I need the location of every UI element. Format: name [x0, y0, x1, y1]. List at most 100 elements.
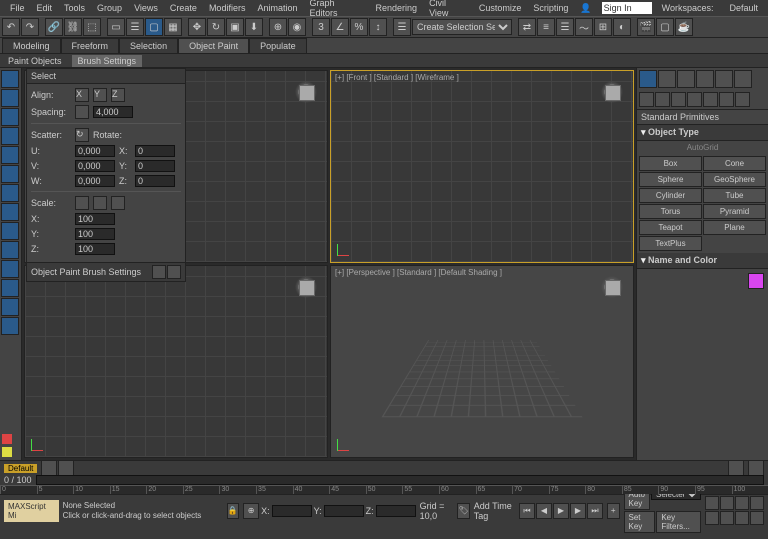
- scatter-v-input[interactable]: [75, 160, 115, 172]
- menu-create[interactable]: Create: [164, 3, 203, 13]
- maxscript-listener[interactable]: MAXScript Mi: [4, 500, 59, 522]
- prev-frame-button[interactable]: ◀: [536, 503, 552, 519]
- orbit-button[interactable]: [720, 511, 734, 525]
- window-crossing-button[interactable]: ▦: [164, 18, 182, 36]
- zoom-region-button[interactable]: [750, 496, 764, 510]
- maximize-viewport-button[interactable]: [750, 511, 764, 525]
- play-button[interactable]: ▶: [553, 503, 569, 519]
- viewcube-front[interactable]: [599, 79, 625, 105]
- menu-group[interactable]: Group: [91, 3, 128, 13]
- lt-btn-6[interactable]: [1, 165, 19, 183]
- rotate-z-input[interactable]: [135, 175, 175, 187]
- autogrid-checkbox[interactable]: AutoGrid: [637, 141, 768, 154]
- rotate-y-input[interactable]: [135, 160, 175, 172]
- lt-btn-5[interactable]: [1, 146, 19, 164]
- fov-button[interactable]: [735, 511, 749, 525]
- scale-z-input[interactable]: [75, 243, 115, 255]
- utilities-tab[interactable]: [734, 70, 752, 88]
- scatter-u-input[interactable]: [75, 145, 115, 157]
- menu-graph-editors[interactable]: Graph Editors: [303, 0, 369, 18]
- lock-selection-button[interactable]: 🔒: [227, 503, 240, 519]
- time-ruler[interactable]: 0510152025303540455055606570758085909510…: [0, 485, 768, 494]
- link-button[interactable]: 🔗: [45, 18, 63, 36]
- geosphere-button[interactable]: GeoSphere: [703, 172, 766, 187]
- add-time-tag-icon[interactable]: 🏷: [457, 503, 470, 519]
- sphere-button[interactable]: Sphere: [639, 172, 702, 187]
- unlink-button[interactable]: ⛓: [64, 18, 82, 36]
- create-tab[interactable]: [639, 70, 657, 88]
- viewport-front-label[interactable]: [+] [Front ] [Standard ] [Wireframe ]: [335, 73, 459, 82]
- redo-button[interactable]: ↷: [21, 18, 39, 36]
- helpers-icon[interactable]: [703, 92, 718, 107]
- rotate-icon[interactable]: ↻: [75, 128, 89, 142]
- spacing-mode-button[interactable]: [75, 105, 89, 119]
- menu-scripting[interactable]: Scripting: [527, 3, 574, 13]
- viewport-perspective[interactable]: [+] [Perspective ] [Standard ] [Default …: [330, 265, 634, 458]
- lt-btn-9[interactable]: [1, 222, 19, 240]
- y-coord-input[interactable]: [324, 505, 364, 517]
- ref-coord-button[interactable]: ⊕: [269, 18, 287, 36]
- menu-tools[interactable]: Tools: [58, 3, 91, 13]
- menu-views[interactable]: Views: [128, 3, 164, 13]
- lt-btn-11[interactable]: [1, 260, 19, 278]
- textplus-button[interactable]: TextPlus: [639, 236, 702, 251]
- setkey-button[interactable]: Set Key: [624, 511, 656, 533]
- snap-toggle-button[interactable]: 3: [312, 18, 330, 36]
- isolate-toggle[interactable]: [2, 434, 12, 444]
- scatter-w-input[interactable]: [75, 175, 115, 187]
- goto-end-button[interactable]: ⏭: [587, 503, 603, 519]
- display-tab[interactable]: [715, 70, 733, 88]
- lt-btn-14[interactable]: [1, 317, 19, 335]
- align-button[interactable]: ≡: [537, 18, 555, 36]
- named-sel-button[interactable]: ☰: [393, 18, 411, 36]
- tab-populate[interactable]: Populate: [249, 38, 307, 54]
- tab-freeform[interactable]: Freeform: [61, 38, 120, 54]
- pyramid-button[interactable]: Pyramid: [703, 204, 766, 219]
- scale-button[interactable]: ▣: [226, 18, 244, 36]
- tab-selection[interactable]: Selection: [119, 38, 178, 54]
- render-frame-button[interactable]: ▢: [656, 18, 674, 36]
- signin-input[interactable]: [602, 2, 652, 14]
- pan-button[interactable]: [705, 511, 719, 525]
- lights-icon[interactable]: [671, 92, 686, 107]
- select-name-button[interactable]: ☰: [126, 18, 144, 36]
- rotate-x-input[interactable]: [135, 145, 175, 157]
- placement-button[interactable]: ⬇: [245, 18, 263, 36]
- key-filters-button[interactable]: Key Filters...: [656, 511, 701, 533]
- lt-btn-4[interactable]: [1, 127, 19, 145]
- select-region-button[interactable]: ▢: [145, 18, 163, 36]
- lt-btn-10[interactable]: [1, 241, 19, 259]
- tube-button[interactable]: Tube: [703, 188, 766, 203]
- tab-object-paint[interactable]: Object Paint: [178, 38, 249, 54]
- spacewarps-icon[interactable]: [719, 92, 734, 107]
- curve-editor-button[interactable]: 〜: [575, 18, 593, 36]
- viewcube-persp[interactable]: [599, 274, 625, 300]
- box-button[interactable]: Box: [639, 156, 702, 171]
- viewport-left[interactable]: [+] [Left ] [Standard ] [Wireframe ]: [24, 265, 328, 458]
- x-coord-input[interactable]: [272, 505, 312, 517]
- move-button[interactable]: ✥: [188, 18, 206, 36]
- object-type-rollout[interactable]: ▾ Object Type: [637, 125, 768, 141]
- modify-tab[interactable]: [658, 70, 676, 88]
- lt-btn-13[interactable]: [1, 298, 19, 316]
- lt-btn-3[interactable]: [1, 108, 19, 126]
- scale-x-input[interactable]: [75, 213, 115, 225]
- next-frame-button[interactable]: ▶: [570, 503, 586, 519]
- render-button[interactable]: ☕: [675, 18, 693, 36]
- key-mode-button[interactable]: +: [607, 503, 620, 519]
- scale-mode-2[interactable]: [93, 196, 107, 210]
- rotate-button[interactable]: ↻: [207, 18, 225, 36]
- scale-mode-3[interactable]: [111, 196, 125, 210]
- angle-snap-button[interactable]: ∠: [331, 18, 349, 36]
- footer-btn-1[interactable]: [152, 265, 166, 279]
- shapes-icon[interactable]: [655, 92, 670, 107]
- transform-type-button[interactable]: ⊕: [243, 503, 259, 519]
- align-y-button[interactable]: Y: [93, 88, 107, 102]
- tl-mode-1[interactable]: [41, 460, 57, 476]
- lt-btn-12[interactable]: [1, 279, 19, 297]
- viewport-persp-label[interactable]: [+] [Perspective ] [Standard ] [Default …: [335, 268, 502, 277]
- use-pivot-button[interactable]: ◉: [288, 18, 306, 36]
- primitive-dropdown[interactable]: Standard Primitives: [637, 110, 768, 125]
- align-x-button[interactable]: X: [75, 88, 89, 102]
- menu-edit[interactable]: Edit: [31, 3, 59, 13]
